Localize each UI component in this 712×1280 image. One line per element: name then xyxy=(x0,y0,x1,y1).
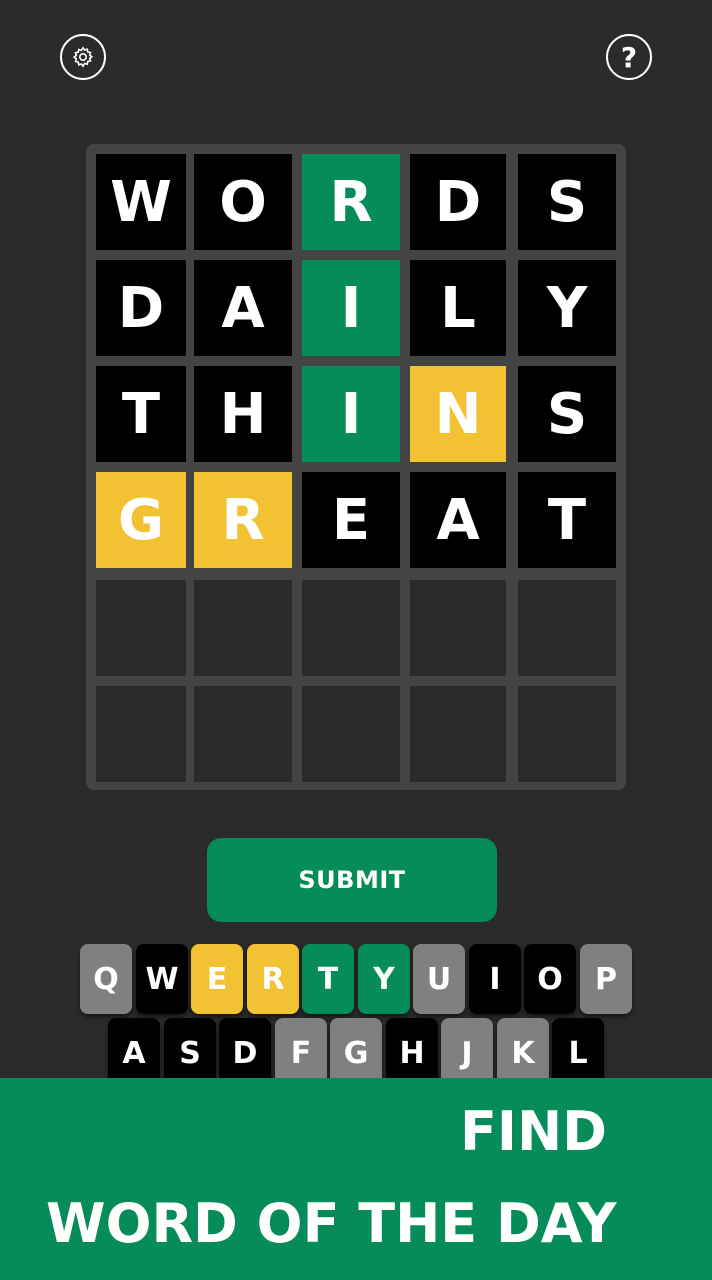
settings-button[interactable] xyxy=(60,34,106,80)
tile-r2-c2: A xyxy=(194,260,292,356)
tile-r1-c3: R xyxy=(302,154,400,250)
gear-icon xyxy=(72,46,94,68)
promo-banner: FIND WORD OF THE DAY xyxy=(0,1078,712,1280)
key-t[interactable]: T xyxy=(302,944,354,1014)
key-r[interactable]: R xyxy=(247,944,299,1014)
banner-line-find: FIND xyxy=(460,1100,607,1163)
tile-r4-c5: T xyxy=(518,472,616,568)
tile-r5-c3 xyxy=(302,580,400,676)
key-q[interactable]: Q xyxy=(80,944,132,1014)
key-y[interactable]: Y xyxy=(358,944,410,1014)
key-p[interactable]: P xyxy=(580,944,632,1014)
tile-r4-c4: A xyxy=(410,472,506,568)
tile-r5-c4 xyxy=(410,580,506,676)
help-button[interactable]: ? xyxy=(606,34,652,80)
banner-line-word-of-the-day: WORD OF THE DAY xyxy=(46,1192,617,1255)
tile-r5-c5 xyxy=(518,580,616,676)
key-i[interactable]: I xyxy=(469,944,521,1014)
tile-r2-c1: D xyxy=(96,260,186,356)
tile-r6-c1 xyxy=(96,686,186,782)
question-mark-icon: ? xyxy=(620,40,638,74)
tile-r2-c3: I xyxy=(302,260,400,356)
tile-r3-c4: N xyxy=(410,366,506,462)
tile-r1-c4: D xyxy=(410,154,506,250)
tile-r2-c5: Y xyxy=(518,260,616,356)
tile-r6-c3 xyxy=(302,686,400,782)
tile-r3-c1: T xyxy=(96,366,186,462)
tile-r3-c5: S xyxy=(518,366,616,462)
tile-r4-c3: E xyxy=(302,472,400,568)
key-e[interactable]: E xyxy=(191,944,243,1014)
tile-r1-c5: S xyxy=(518,154,616,250)
tile-r5-c1 xyxy=(96,580,186,676)
submit-button[interactable]: SUBMIT xyxy=(207,838,497,922)
tile-r6-c5 xyxy=(518,686,616,782)
tile-r2-c4: L xyxy=(410,260,506,356)
tile-r1-c2: O xyxy=(194,154,292,250)
tile-r6-c4 xyxy=(410,686,506,782)
tile-r4-c2: R xyxy=(194,472,292,568)
key-u[interactable]: U xyxy=(413,944,465,1014)
tile-r5-c2 xyxy=(194,580,292,676)
key-w[interactable]: W xyxy=(136,944,188,1014)
key-o[interactable]: O xyxy=(524,944,576,1014)
tile-r1-c1: W xyxy=(96,154,186,250)
game-board: WORDSDAILYTHINSGREAT xyxy=(86,144,626,790)
tile-r3-c3: I xyxy=(302,366,400,462)
tile-r3-c2: H xyxy=(194,366,292,462)
tile-r4-c1: G xyxy=(96,472,186,568)
tile-r6-c2 xyxy=(194,686,292,782)
